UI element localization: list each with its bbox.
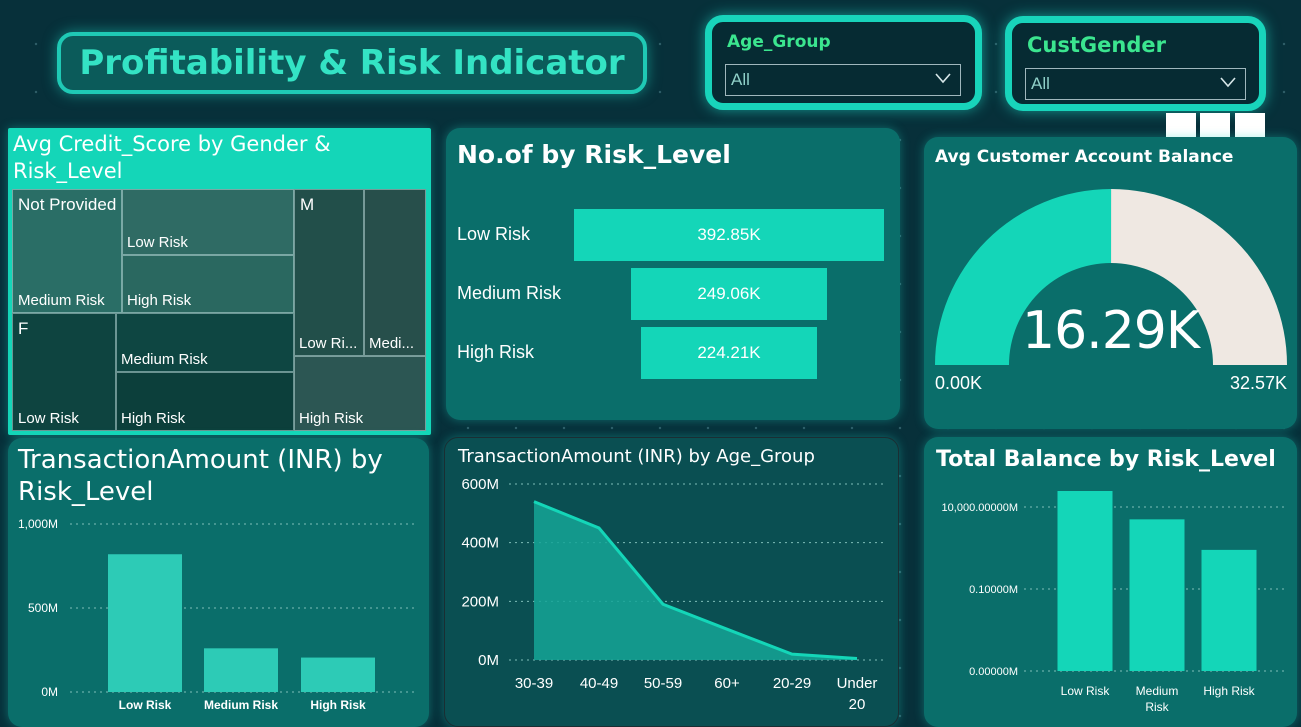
visual-header-button[interactable] — [1200, 113, 1230, 137]
funnel-category-label: High Risk — [457, 342, 535, 362]
y-tick-label: 0M — [478, 652, 499, 669]
funnel-data-label: 249.06K — [697, 284, 761, 303]
treemap-cell-label: High Risk — [127, 292, 192, 309]
x-tick-label: Low Risk — [1061, 684, 1111, 698]
page-title: Profitability & Risk Indicator — [57, 32, 647, 94]
x-tick-label: 60+ — [714, 675, 740, 692]
treemap-title: Avg Credit_Score by Gender & Risk_Level — [13, 132, 331, 183]
txn-by-age-chart: 0M 200M 400M 600M 30-39 40-49 50-59 60+ 20-29 Und… — [461, 476, 885, 713]
txn-by-age-panel[interactable]: TransactionAmount (INR) by Age_Group 0M 2… — [444, 437, 899, 727]
funnel-bar[interactable]: 392.85K — [574, 209, 884, 261]
x-tick-label: High Risk — [310, 698, 366, 712]
y-tick-label: 0.00000M — [969, 666, 1018, 678]
x-tick-label: Under — [837, 675, 878, 692]
treemap-group-label: F — [18, 319, 29, 338]
treemap-cell[interactable]: Low Risk — [122, 189, 294, 255]
treemap-cell-label: Medium Risk — [18, 292, 105, 309]
bar — [301, 657, 375, 692]
treemap-cell[interactable]: High Risk — [122, 255, 294, 313]
treemap-area: Not Provided Medium Risk Low Risk High R… — [12, 189, 426, 431]
treemap-cell[interactable]: High Risk — [116, 372, 294, 431]
y-tick-label: 400M — [461, 535, 499, 552]
treemap-cell[interactable]: F Low Risk — [12, 313, 116, 431]
x-tick-label: Medium — [1136, 684, 1179, 698]
gauge-min-label: 0.00K — [935, 373, 983, 393]
treemap-cell[interactable]: M Low Ri... — [294, 189, 364, 356]
age-group-slicer-label: Age_Group — [727, 32, 831, 52]
treemap-cell-label: High Risk — [121, 410, 186, 427]
y-tick-label: 10,000.00000M — [942, 502, 1018, 514]
bar — [1057, 491, 1113, 671]
x-tick-label: Medium Risk — [204, 698, 278, 712]
x-tick-label: High Risk — [1203, 684, 1255, 698]
balance-by-risk-chart: 0.00000M 0.10000M 10,000.00000M Low Risk Med… — [942, 491, 1284, 714]
funnel-data-label: 392.85K — [697, 225, 761, 244]
visual-header-button[interactable] — [1166, 113, 1196, 137]
x-tick-label: Risk — [1145, 700, 1169, 714]
y-tick-label: 0.10000M — [969, 584, 1018, 596]
funnel-title: No.of by Risk_Level — [457, 140, 731, 169]
funnel-category-label: Low Risk — [457, 224, 531, 244]
y-tick-label: 600M — [461, 476, 499, 493]
cust-gender-slicer-label: CustGender — [1027, 33, 1166, 57]
chevron-down-icon — [1220, 77, 1236, 88]
treemap-cell[interactable]: Not Provided Medium Risk — [12, 189, 122, 313]
age-group-dropdown[interactable]: All — [725, 64, 961, 96]
gauge-panel[interactable]: Avg Customer Account Balance 16.29K 0.00… — [924, 137, 1297, 429]
y-tick-label: 0M — [41, 685, 58, 699]
age-group-value: All — [731, 70, 750, 89]
y-tick-label: 500M — [28, 601, 58, 615]
treemap-panel[interactable]: Avg Credit_Score by Gender & Risk_Level … — [8, 128, 431, 435]
age-group-slicer[interactable]: Age_Group All — [705, 15, 982, 110]
bar — [1201, 549, 1257, 671]
funnel-panel[interactable]: No.of by Risk_Level Low Risk 392.85K Mediu… — [446, 128, 900, 420]
treemap-group-label: M — [300, 195, 315, 214]
funnel-bar[interactable]: 249.06K — [630, 268, 828, 320]
cust-gender-value: All — [1031, 74, 1050, 93]
gauge-value: 16.29K — [1022, 301, 1200, 361]
x-tick-label: 20-29 — [773, 675, 811, 692]
bar — [204, 648, 278, 692]
txn-by-risk-chart: 0M 500M 1,000M Low Risk Medium Risk High Risk — [18, 517, 416, 712]
treemap-cell-label: Medium Risk — [121, 351, 208, 368]
cust-gender-dropdown[interactable]: All — [1025, 68, 1246, 100]
treemap-cell-label: Medi... — [369, 335, 415, 352]
chevron-down-icon — [935, 73, 951, 84]
x-tick-label: 50-59 — [644, 675, 682, 692]
balance-by-risk-panel[interactable]: Total Balance by Risk_Level 0.00000M 0.10… — [924, 437, 1297, 727]
treemap-cell[interactable]: High Risk — [294, 356, 426, 431]
bar — [1129, 519, 1185, 671]
treemap-cell[interactable]: Medi... — [364, 189, 426, 356]
treemap-cell-label: Low Risk — [18, 410, 79, 427]
area-fill — [534, 501, 857, 660]
treemap-cell[interactable]: Medium Risk — [116, 313, 294, 372]
treemap-cell-label: High Risk — [299, 410, 364, 427]
funnel-data-label: 224.21K — [697, 343, 761, 362]
x-tick-label: 30-39 — [515, 675, 553, 692]
y-tick-label: 200M — [461, 593, 499, 610]
cust-gender-slicer[interactable]: CustGender All — [1005, 16, 1266, 111]
treemap-cell-label: Low Risk — [127, 234, 188, 251]
x-tick-label: 20 — [849, 696, 866, 713]
y-tick-label: 1,000M — [18, 517, 58, 531]
visual-header-button[interactable] — [1235, 113, 1265, 137]
funnel-category-label: Medium Risk — [457, 283, 562, 303]
treemap-cell-label: Low Ri... — [299, 335, 358, 352]
x-tick-label: Low Risk — [119, 698, 172, 712]
gauge-max-label: 32.57K — [1229, 373, 1287, 393]
bar — [108, 554, 182, 692]
funnel-bar[interactable]: 224.21K — [640, 327, 818, 379]
x-tick-label: 40-49 — [580, 675, 618, 692]
treemap-group-label: Not Provided — [18, 195, 117, 214]
txn-by-risk-panel[interactable]: TransactionAmount (INR) by Risk_Level 0M… — [8, 438, 429, 727]
